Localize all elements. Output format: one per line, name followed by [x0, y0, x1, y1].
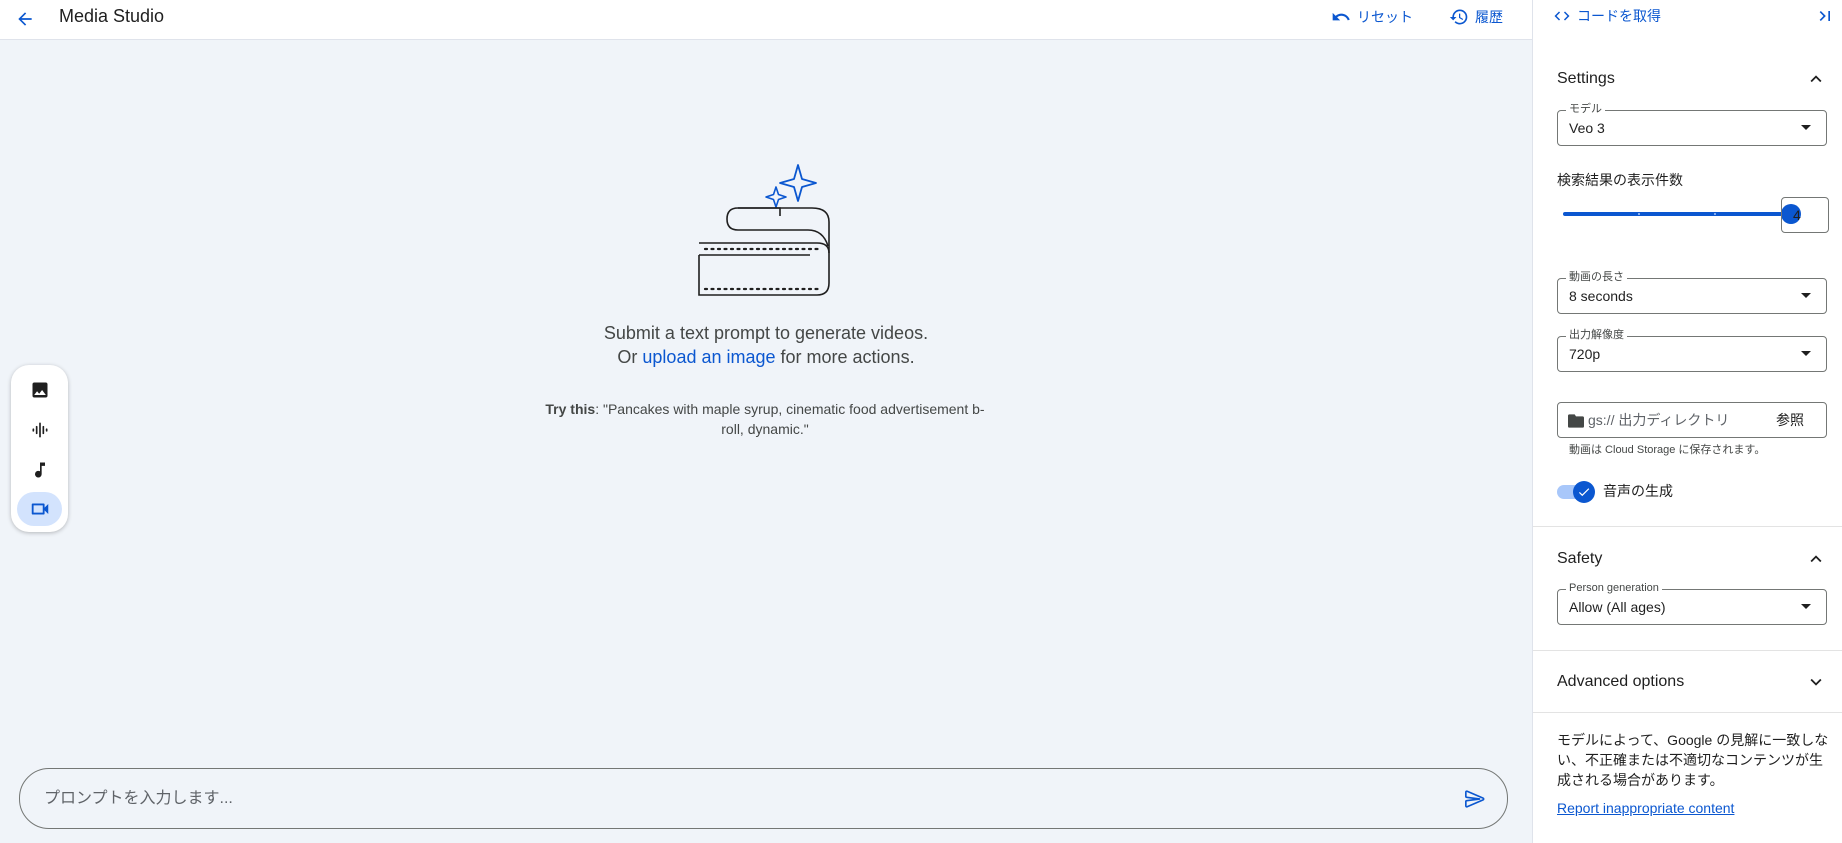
- chevron-up-icon: [1810, 555, 1822, 563]
- output-directory-field: 参照: [1557, 402, 1827, 438]
- audio-generation-toggle[interactable]: [1557, 481, 1595, 503]
- try-this-suggestion: Try this: "Pancakes with maple syrup, ci…: [540, 399, 990, 439]
- reset-label: リセット: [1357, 9, 1413, 25]
- result-count-input[interactable]: [1782, 198, 1828, 232]
- resolution-select[interactable]: 出力解像度 720p: [1557, 329, 1827, 372]
- undo-icon: [1332, 12, 1350, 21]
- person-generation-select[interactable]: Person generation Allow (All ages): [1557, 582, 1827, 625]
- top-header: Media Studio リセット 履歴: [0, 0, 1532, 40]
- result-count-slider[interactable]: [1563, 202, 1801, 226]
- prompt-bar: [19, 768, 1508, 829]
- send-button[interactable]: [1460, 784, 1490, 814]
- section-divider: [1533, 526, 1842, 527]
- video-mode-button[interactable]: [17, 492, 62, 526]
- last-page-icon: [1819, 11, 1830, 21]
- settings-section-title: Settings: [1557, 70, 1615, 87]
- resolution-value: 720p: [1569, 346, 1601, 362]
- back-button[interactable]: [10, 4, 40, 34]
- resolution-label: 出力解像度: [1566, 329, 1627, 342]
- person-generation-label: Person generation: [1566, 582, 1662, 595]
- duration-select[interactable]: 動画の長さ 8 seconds: [1557, 271, 1827, 314]
- reset-button[interactable]: リセット: [1331, 4, 1413, 30]
- settings-collapse-toggle[interactable]: [1804, 67, 1828, 91]
- safety-section-title: Safety: [1557, 550, 1603, 567]
- speech-mode-button[interactable]: [17, 413, 62, 447]
- get-code-label: コードを取得: [1577, 8, 1661, 24]
- advanced-expand-toggle[interactable]: [1804, 670, 1828, 694]
- audio-generation-label: 音声の生成: [1603, 483, 1673, 499]
- content-disclaimer: モデルによって、Google の見解に一致しない、不正確または不適切なコンテンツ…: [1557, 732, 1829, 788]
- prompt-input[interactable]: [44, 781, 1424, 817]
- music-note-icon: [34, 462, 45, 478]
- output-directory-hint: 動画は Cloud Storage に保存されます。: [1569, 444, 1766, 456]
- settings-panel: コードを取得 Settings モデル Veo 3 検索結果の表示件数 動画の長…: [1532, 0, 1842, 843]
- audio-generation-toggle-row[interactable]: 音声の生成: [1557, 479, 1673, 503]
- toggle-knob: [1573, 481, 1595, 503]
- slider-tick: [1714, 213, 1716, 215]
- get-code-button[interactable]: コードを取得: [1553, 4, 1661, 28]
- output-directory-input[interactable]: [1588, 407, 1768, 433]
- person-generation-value: Allow (All ages): [1569, 599, 1666, 615]
- try-this-text: : "Pancakes with maple syrup, cinematic …: [595, 401, 985, 437]
- code-icon: [1554, 11, 1570, 21]
- arrow-back-icon: [18, 12, 32, 26]
- try-this-label: Try this: [545, 401, 596, 417]
- media-type-toolbar: [11, 365, 68, 532]
- upload-suffix: for more actions.: [775, 347, 915, 367]
- image-mode-button[interactable]: [17, 373, 62, 407]
- result-count-label: 検索結果の表示件数: [1557, 172, 1683, 188]
- videocam-icon: [31, 503, 48, 515]
- film-sparkle-illustration: [698, 164, 830, 296]
- dropdown-arrow-icon: [1801, 293, 1811, 298]
- app-title: Media Studio: [59, 6, 165, 26]
- dropdown-arrow-icon: [1801, 604, 1811, 609]
- history-button[interactable]: 履歴: [1449, 4, 1503, 30]
- duration-label: 動画の長さ: [1566, 271, 1627, 284]
- report-inappropriate-link[interactable]: Report inappropriate content: [1557, 799, 1734, 817]
- music-mode-button[interactable]: [17, 453, 62, 487]
- empty-state-upload-line: Or upload an image for more actions.: [0, 345, 1532, 369]
- history-icon: [1449, 9, 1468, 25]
- duration-value: 8 seconds: [1569, 288, 1633, 304]
- send-icon: [1465, 790, 1485, 808]
- empty-state-message: Submit a text prompt to generate videos.: [603, 323, 929, 343]
- history-label: 履歴: [1475, 9, 1503, 25]
- safety-collapse-toggle[interactable]: [1804, 547, 1828, 571]
- model-value: Veo 3: [1569, 120, 1605, 136]
- chevron-down-icon: [1810, 678, 1822, 686]
- image-icon: [32, 382, 47, 398]
- collapse-panel-button[interactable]: [1813, 4, 1837, 28]
- upload-image-link[interactable]: upload an image: [642, 347, 775, 367]
- check-icon: [1578, 488, 1590, 497]
- dropdown-arrow-icon: [1801, 125, 1811, 130]
- audio-waveform-icon: [32, 422, 47, 438]
- upload-prefix: Or: [617, 347, 643, 367]
- model-select[interactable]: モデル Veo 3: [1557, 103, 1827, 146]
- browse-button[interactable]: 参照: [1776, 412, 1804, 428]
- section-divider: [1533, 712, 1842, 713]
- chevron-up-icon: [1810, 75, 1822, 83]
- dropdown-arrow-icon: [1801, 351, 1811, 356]
- slider-tick: [1638, 213, 1640, 215]
- advanced-section-title: Advanced options: [1557, 673, 1685, 690]
- slider-track: [1563, 212, 1791, 216]
- result-count-box: [1781, 197, 1829, 233]
- model-label: モデル: [1566, 103, 1605, 116]
- section-divider: [1533, 650, 1842, 651]
- folder-icon: [1568, 414, 1584, 428]
